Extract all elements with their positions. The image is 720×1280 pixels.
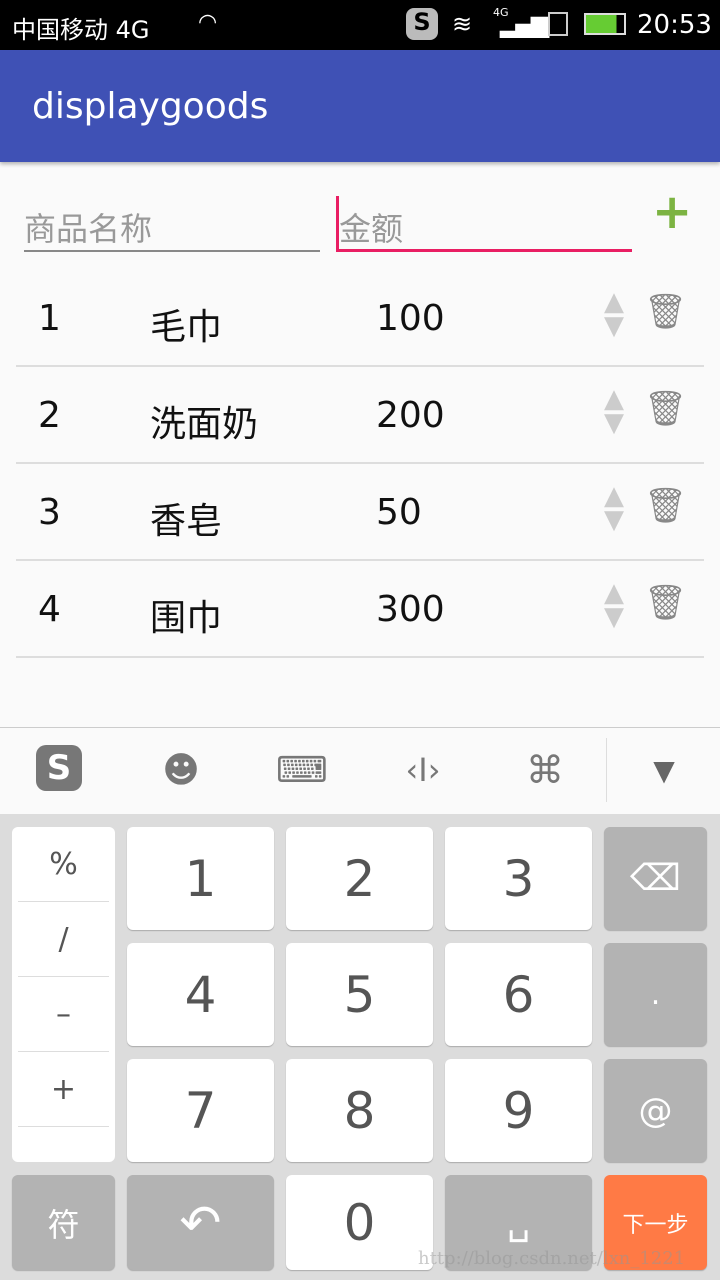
add-button[interactable]: +: [652, 188, 692, 236]
item-price: 50: [376, 492, 422, 533]
key-2[interactable]: 2: [286, 827, 433, 930]
key-0[interactable]: 0: [286, 1175, 433, 1270]
watermark: http://blog.csdn.net/lxn_1221: [418, 1248, 686, 1269]
signal-icon: ▂▄▆: [500, 10, 549, 38]
sim-icon: [548, 12, 568, 36]
key-5[interactable]: 5: [286, 943, 433, 1046]
item-number: 3: [38, 492, 61, 533]
key-dot[interactable]: .: [604, 943, 707, 1046]
plus-icon: +: [652, 184, 693, 240]
app-title: displaygoods: [32, 86, 269, 127]
wifi-icon: ≋: [452, 10, 473, 38]
key-9[interactable]: 9: [445, 1059, 592, 1162]
backspace-icon: ⌫: [630, 858, 681, 899]
hide-keyboard-icon[interactable]: ▼: [639, 745, 689, 795]
item-name: 围巾: [150, 598, 223, 639]
sogou-icon: S: [406, 8, 438, 40]
carrier-label: 中国移动 4G: [12, 16, 150, 44]
battery-icon: [584, 13, 626, 35]
key-7[interactable]: 7: [127, 1059, 274, 1162]
key-8[interactable]: 8: [286, 1059, 433, 1162]
key-1[interactable]: 1: [127, 827, 274, 930]
trash-icon[interactable]: 🗑: [644, 486, 687, 526]
product-name-input[interactable]: 商品名称: [24, 196, 320, 252]
list-item: 1 毛巾 100 ▲ ▼ 🗑: [16, 270, 704, 367]
item-price: 300: [376, 589, 445, 630]
status-bar: 中国移动 4G ◠ S ≋ 4G ▂▄▆ 20:53: [0, 0, 720, 50]
key-percent[interactable]: %: [18, 827, 109, 902]
reorder-arrows-icon[interactable]: ▲ ▼: [604, 289, 624, 339]
item-name: 洗面奶: [150, 404, 259, 445]
sogou-logo-icon[interactable]: S: [36, 745, 82, 791]
clock: 20:53: [637, 10, 712, 40]
key-minus[interactable]: –: [18, 977, 109, 1052]
item-price: 100: [376, 298, 445, 339]
reorder-arrows-icon[interactable]: ▲ ▼: [604, 483, 624, 533]
symbol-key[interactable]: 符: [12, 1175, 115, 1270]
list-item: 3 香皂 50 ▲ ▼ 🗑: [16, 464, 704, 561]
item-name: 香皂: [150, 501, 223, 542]
key-plus[interactable]: +: [18, 1052, 109, 1127]
key-4[interactable]: 4: [127, 943, 274, 1046]
key-at[interactable]: @: [604, 1059, 707, 1162]
trash-icon[interactable]: 🗑: [644, 292, 687, 332]
android-icon: ◠: [198, 10, 218, 35]
item-price: 200: [376, 395, 445, 436]
keyboard-icon[interactable]: ⌨: [276, 745, 328, 795]
key-3[interactable]: 3: [445, 827, 592, 930]
key-slash[interactable]: /: [18, 902, 109, 977]
list-item: 4 围巾 300 ▲ ▼ 🗑: [16, 561, 704, 658]
item-number: 4: [38, 589, 61, 630]
cursor-icon[interactable]: ‹I›: [398, 745, 448, 795]
item-number: 1: [38, 298, 61, 339]
backspace-key[interactable]: ⌫: [604, 827, 707, 930]
item-name: 毛巾: [150, 307, 223, 348]
reorder-arrows-icon[interactable]: ▲ ▼: [604, 386, 624, 436]
app-bar: displaygoods: [0, 50, 720, 162]
space-icon: ␣: [507, 1202, 530, 1243]
list-item: 2 洗面奶 200 ▲ ▼ 🗑: [16, 367, 704, 464]
amount-input[interactable]: 金额: [336, 196, 632, 252]
reorder-arrows-icon[interactable]: ▲ ▼: [604, 580, 624, 630]
command-icon[interactable]: ⌘: [520, 745, 570, 795]
trash-icon[interactable]: 🗑: [644, 583, 687, 623]
item-number: 2: [38, 395, 61, 436]
trash-icon[interactable]: 🗑: [644, 389, 687, 429]
key-6[interactable]: 6: [445, 943, 592, 1046]
keyboard-toolbar: [0, 727, 720, 814]
undo-arrow-icon: ↶: [179, 1193, 222, 1252]
return-key[interactable]: ↶: [127, 1175, 274, 1270]
symbol-column: % / – +: [12, 827, 115, 1162]
emoji-icon[interactable]: ☻: [156, 745, 206, 795]
